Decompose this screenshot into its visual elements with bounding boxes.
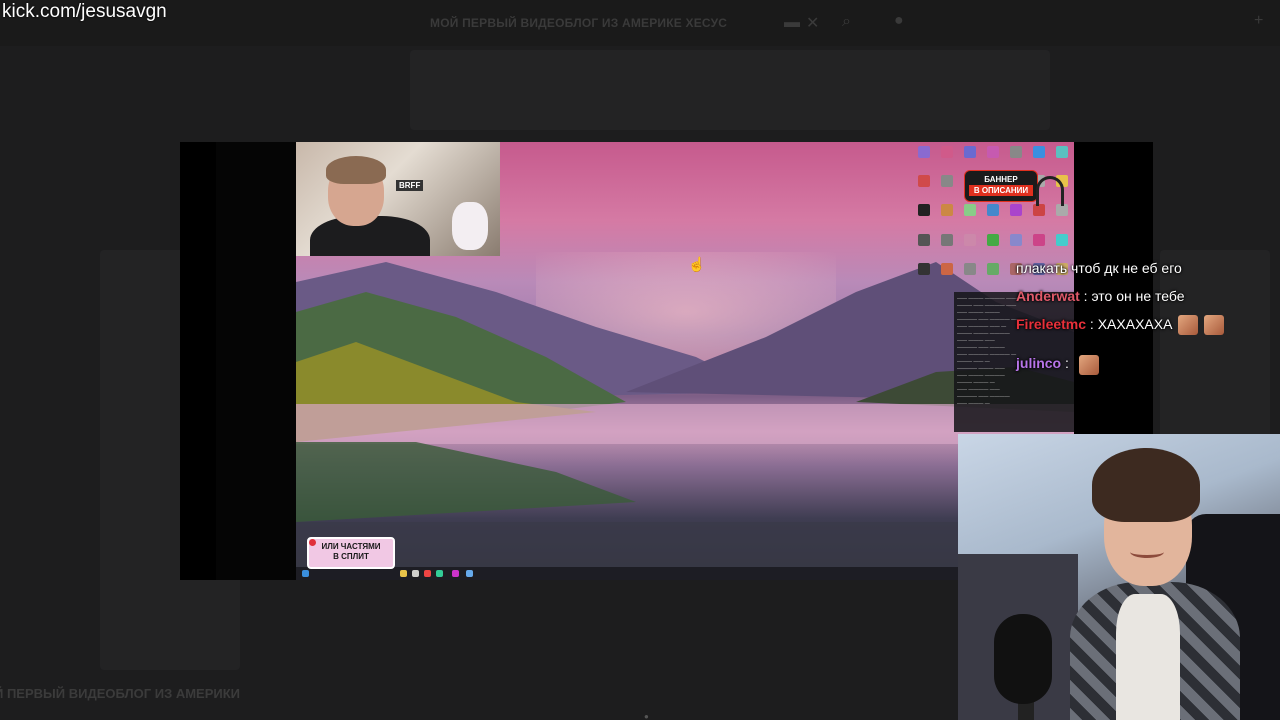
streamer-hair [1092, 448, 1200, 522]
streamer-webcam [958, 434, 1280, 720]
chat-message: Fireleetmc : ХАХАХАХА [1016, 314, 1266, 336]
chat-username[interactable]: Fireleetmc [1016, 316, 1086, 332]
chat-overlay: плакать чтоб дк не еб его Anderwat : это… [1016, 236, 1266, 383]
chat-message: Anderwat : это он не тебе [1016, 286, 1266, 306]
chat-username[interactable]: julinco [1016, 355, 1061, 371]
chat-message: julinco : [1016, 353, 1266, 375]
mouse-cursor-icon: ☝ [688, 256, 706, 272]
video-title: МОЙ ПЕРВЫЙ ВИДЕОБЛОГ ИЗ АМЕРИКЕ ХЕСУС [430, 16, 728, 30]
banner-line1: БАННЕР [984, 175, 1018, 184]
app-icon[interactable] [466, 570, 473, 577]
promo-sticker: ИЛИ ЧАСТЯМИ В СПЛИТ [307, 537, 395, 569]
camera-icon[interactable]: ▬ [784, 14, 800, 32]
person-hair [326, 156, 386, 184]
chat-message: плакать чтоб дк не еб его [1016, 258, 1266, 278]
banner-line2: В ОПИСАНИИ [969, 185, 1033, 196]
sticker-line1: ИЛИ ЧАСТЯМИ [321, 542, 381, 551]
sticker-line2: В СПЛИТ [333, 552, 369, 561]
close-icon[interactable]: ✕ [806, 13, 819, 33]
plus-icon[interactable]: + [1254, 12, 1263, 30]
letterbox [216, 142, 296, 580]
video-title-bottom: Й ПЕРВЫЙ ВИДЕОБЛОГ ИЗ АМЕРИКИ [0, 686, 241, 701]
channel-watermark: kick.com/jesusavgn [2, 1, 167, 22]
app-icon[interactable] [452, 570, 459, 577]
chat-text: : ХАХАХАХА [1086, 316, 1173, 332]
emote-icon [1204, 315, 1225, 336]
record-dot-icon [309, 539, 316, 546]
mic-icon[interactable]: ● [894, 12, 904, 30]
shelf-label: BRFF [396, 180, 424, 191]
taskbar [296, 567, 958, 580]
t-shirt [1116, 594, 1180, 720]
chat-text: : это он не тебе [1079, 288, 1185, 304]
emote-icon [1178, 315, 1199, 336]
search-icon[interactable]: ⌕ [842, 13, 851, 31]
headphones-icon [1036, 176, 1064, 206]
guest-webcam: BRFF [296, 142, 500, 256]
smile [1130, 546, 1164, 558]
app-icon[interactable] [412, 570, 419, 577]
start-icon[interactable] [302, 570, 309, 577]
chat-text: : [1061, 355, 1073, 372]
chat-text: плакать чтоб дк не еб его [1016, 260, 1182, 276]
microphone-icon [994, 614, 1052, 704]
playback-indicator: ● [644, 712, 649, 720]
app-icon[interactable] [424, 570, 431, 577]
bg-thumbnail [410, 50, 1050, 130]
app-icon[interactable] [436, 570, 443, 577]
chat-username[interactable]: Anderwat [1016, 288, 1080, 304]
banner-badge: БАННЕР В ОПИСАНИИ [964, 170, 1038, 202]
plush-toy [452, 202, 488, 250]
app-icon[interactable] [400, 570, 407, 577]
emote-icon [1078, 354, 1099, 375]
